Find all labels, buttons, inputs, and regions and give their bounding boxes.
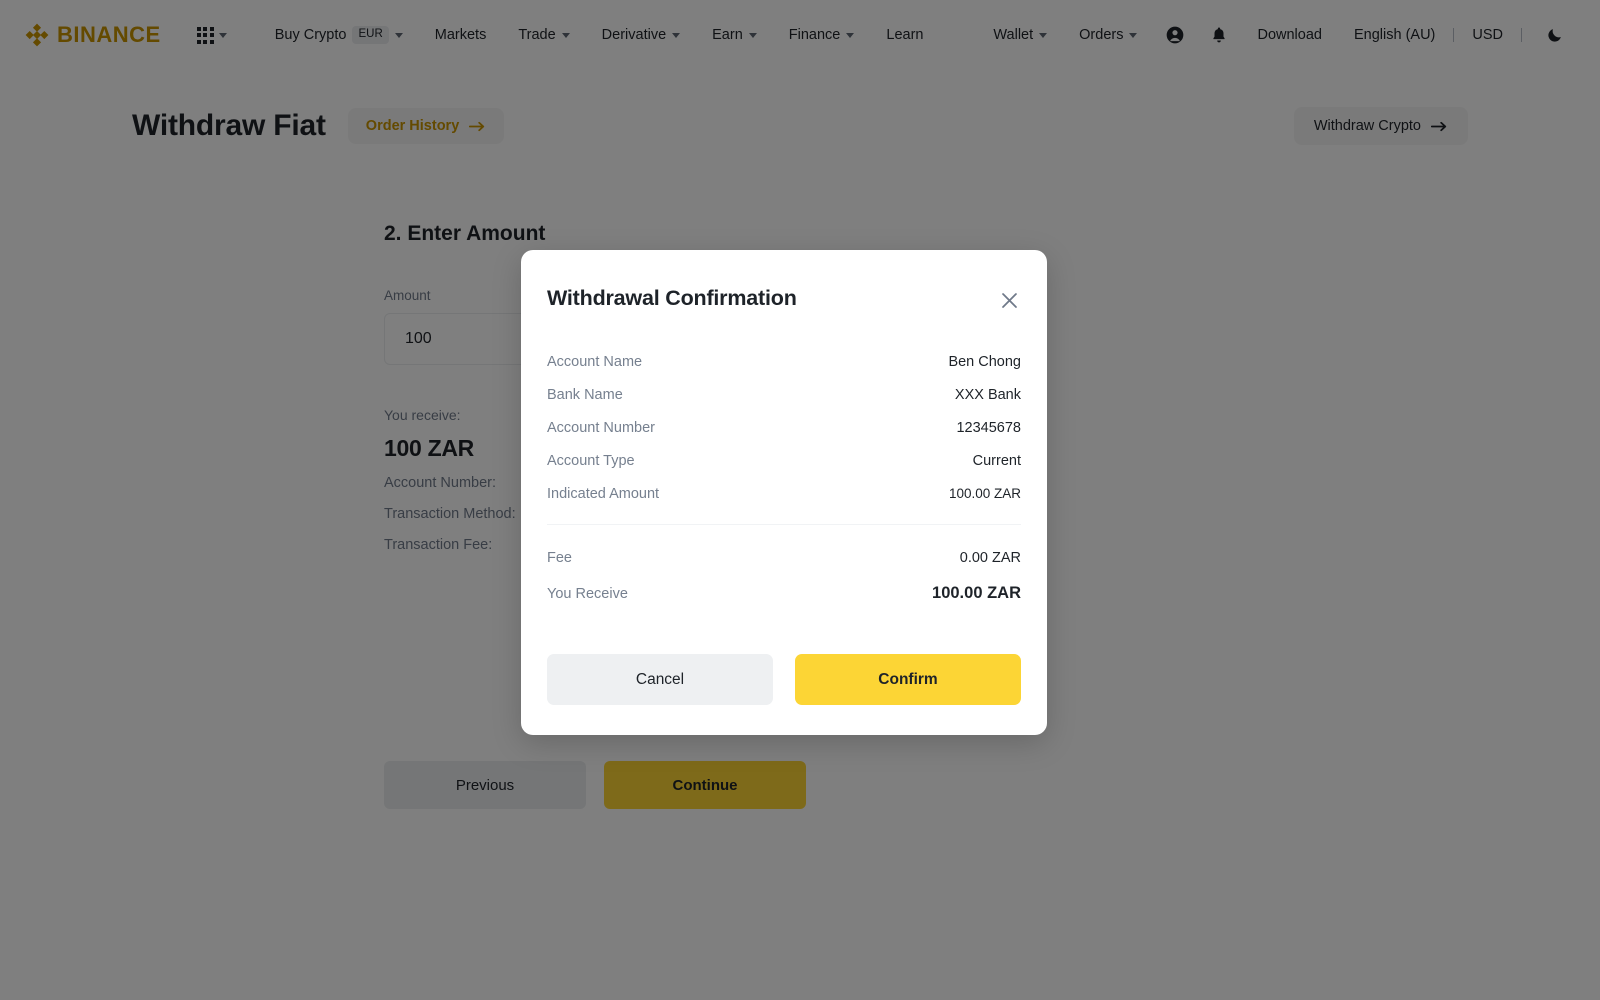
- detail-value: 12345678: [956, 420, 1021, 436]
- detail-key: Fee: [547, 550, 572, 566]
- detail-row-account-type: Account Type Current: [547, 453, 1021, 469]
- detail-value: 0.00 ZAR: [959, 550, 1021, 566]
- confirm-button[interactable]: Confirm: [795, 654, 1021, 705]
- detail-key: Bank Name: [547, 387, 623, 403]
- modal-title: Withdrawal Confirmation: [547, 286, 797, 310]
- detail-value: Ben Chong: [948, 354, 1021, 370]
- modal-action-row: Cancel Confirm: [547, 654, 1021, 705]
- detail-row-you-receive: You Receive 100.00 ZAR: [547, 584, 1021, 603]
- cancel-button[interactable]: Cancel: [547, 654, 773, 705]
- detail-value: Current: [972, 453, 1021, 469]
- detail-row-account-number: Account Number 12345678: [547, 420, 1021, 436]
- detail-key: You Receive: [547, 586, 628, 602]
- detail-key: Account Type: [547, 453, 635, 469]
- detail-key: Account Name: [547, 354, 643, 370]
- modal-separator: [547, 524, 1021, 525]
- detail-row-bank-name: Bank Name XXX Bank: [547, 387, 1021, 403]
- detail-value: 100.00 ZAR: [948, 486, 1021, 501]
- modal-header: Withdrawal Confirmation: [547, 286, 1021, 312]
- detail-row-account-name: Account Name Ben Chong: [547, 354, 1021, 370]
- withdrawal-confirmation-modal: Withdrawal Confirmation Account Name Ben…: [521, 250, 1047, 735]
- detail-value: XXX Bank: [954, 387, 1021, 403]
- detail-value: 100.00 ZAR: [932, 584, 1021, 602]
- detail-key: Account Number: [547, 420, 655, 436]
- close-glyph: [1001, 292, 1017, 308]
- detail-row-indicated-amount: Indicated Amount 100.00 ZAR: [547, 486, 1021, 502]
- detail-row-fee: Fee 0.00 ZAR: [547, 550, 1021, 566]
- close-icon[interactable]: [997, 288, 1021, 312]
- detail-key: Indicated Amount: [547, 486, 660, 502]
